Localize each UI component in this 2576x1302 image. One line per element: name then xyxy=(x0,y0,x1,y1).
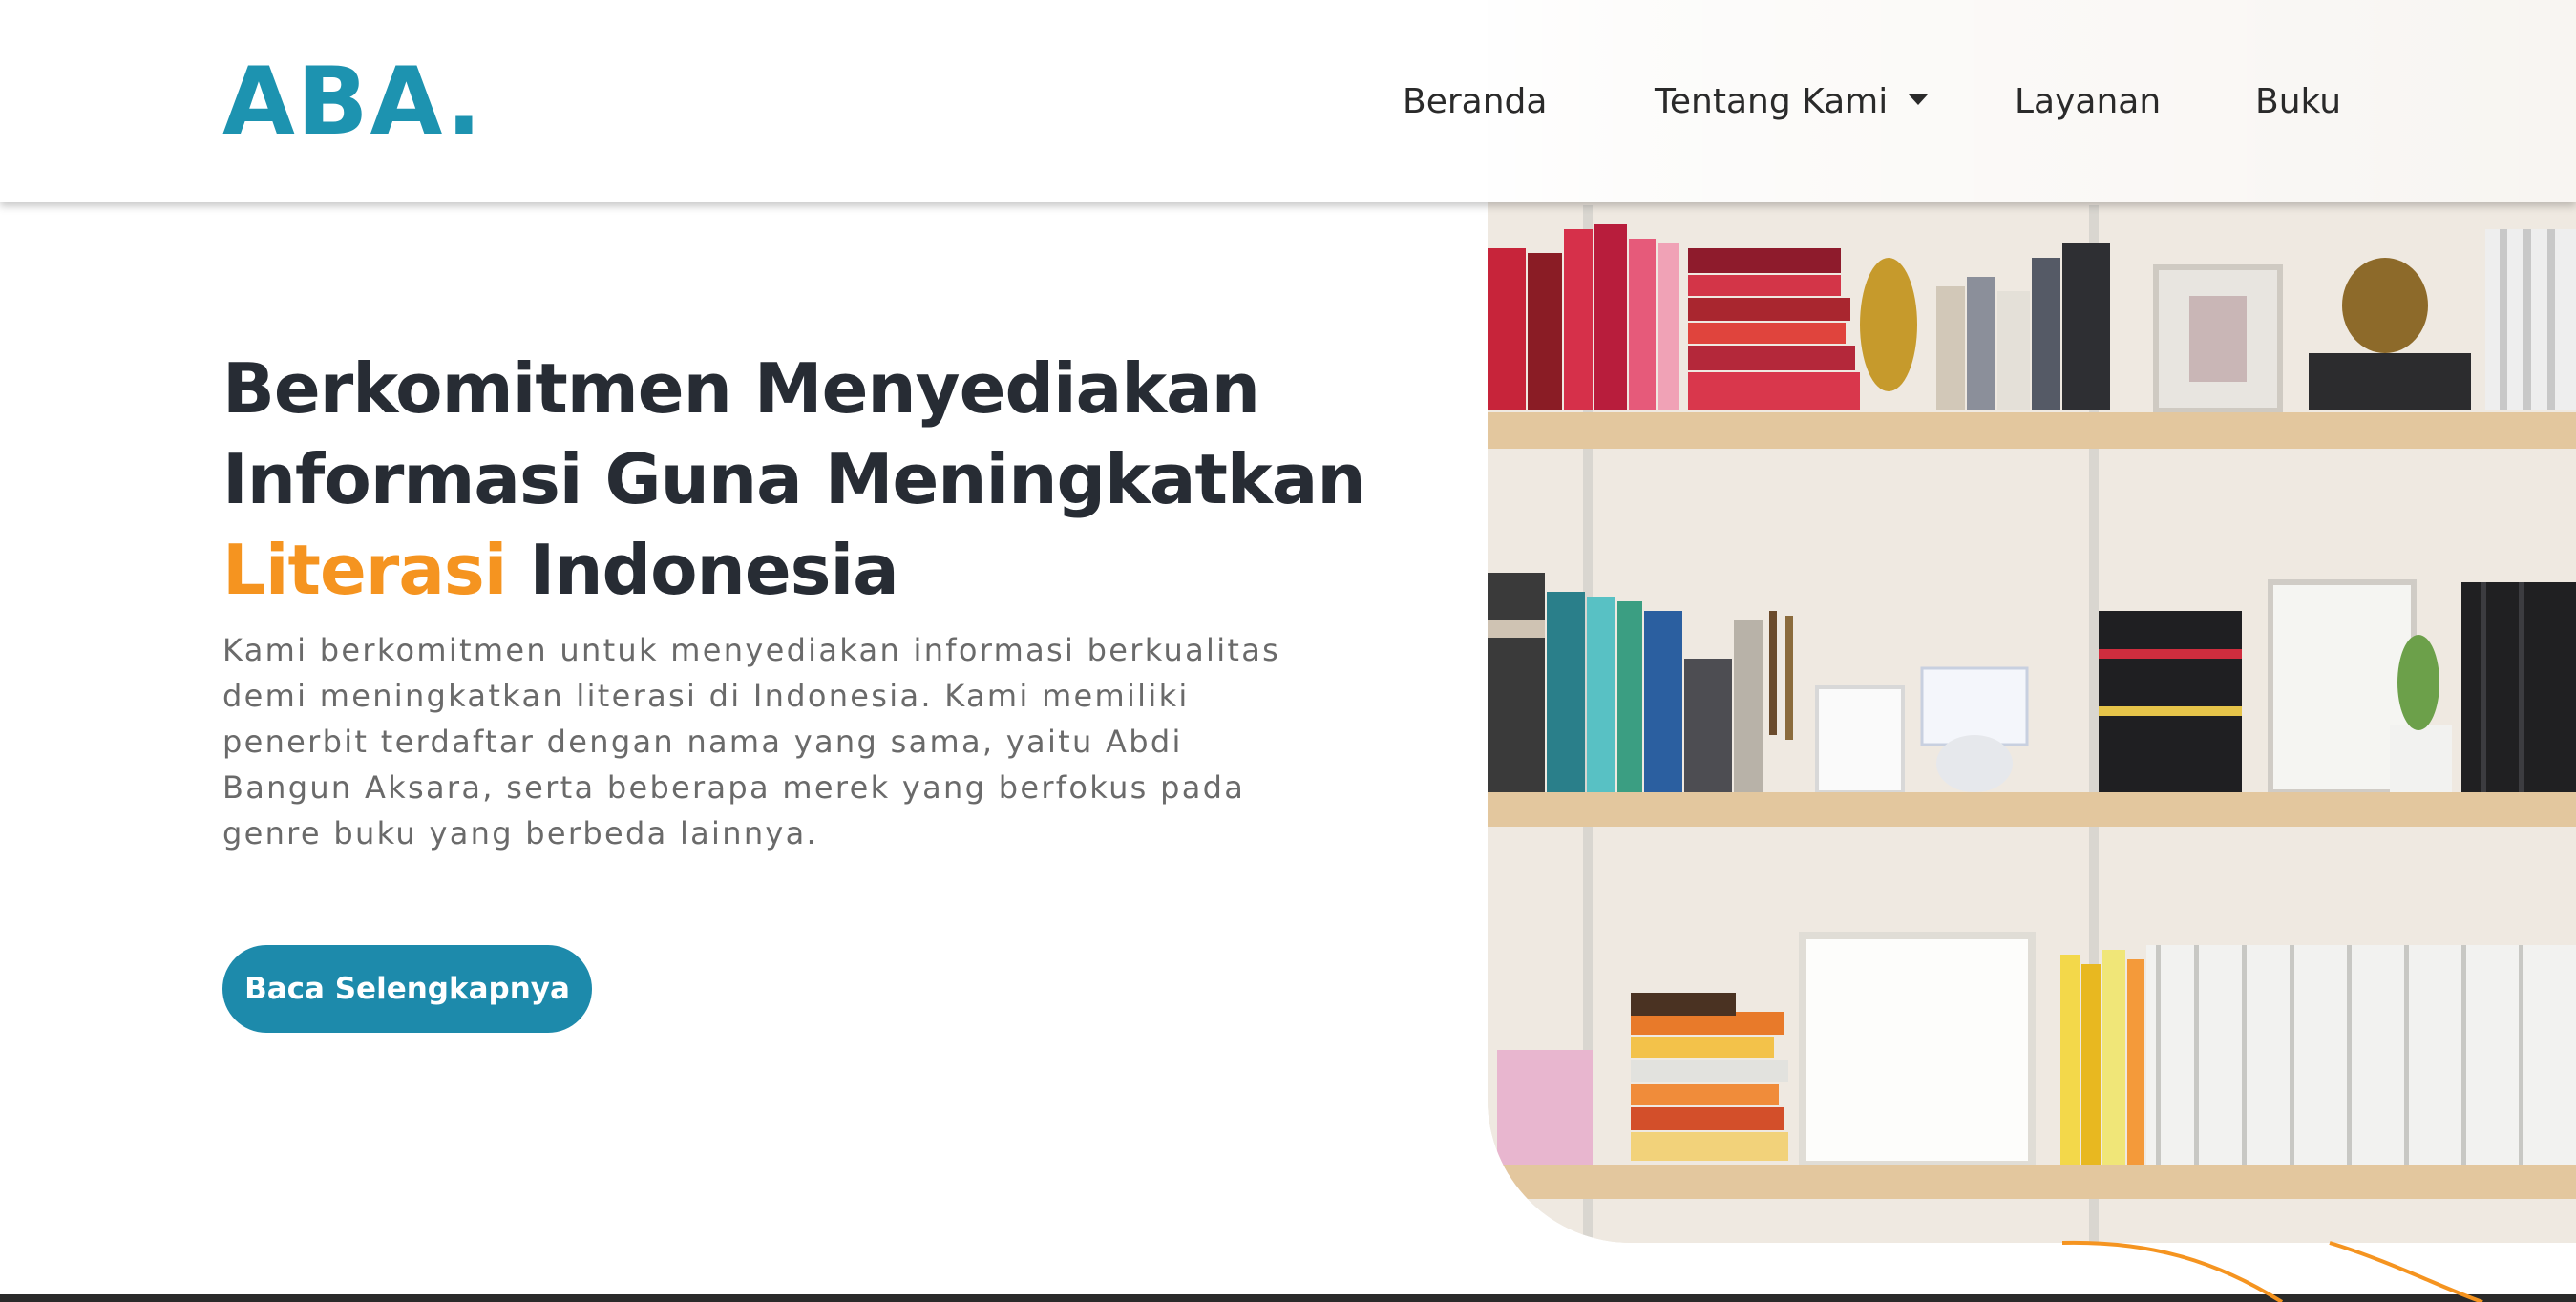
nav-item-layanan[interactable]: Layanan xyxy=(2015,78,2161,126)
hero-description: Kami berkomitmen untuk menyediakan infor… xyxy=(222,632,1281,851)
decorative-curves xyxy=(2062,1240,2483,1302)
nav-item-tentang-kami-label: Tentang Kami xyxy=(1655,82,1889,121)
hero-title: Berkomitmen Menyediakan Informasi Guna M… xyxy=(222,344,1368,616)
top-navbar: ABA. Beranda Tentang Kami Layanan Buku xyxy=(0,0,2576,202)
hero-title-end: Indonesia xyxy=(506,530,899,610)
nav-item-tentang-kami[interactable]: Tentang Kami xyxy=(1655,78,1929,126)
hero-title-line2: Informasi Guna Meningkatkan xyxy=(222,439,1366,519)
nav-item-beranda[interactable]: Beranda xyxy=(1403,78,1547,126)
brand-logo[interactable]: ABA. xyxy=(222,55,483,149)
hero-title-accent: Literasi xyxy=(222,530,507,610)
hero-title-line1: Berkomitmen Menyediakan xyxy=(222,348,1260,429)
read-more-button[interactable]: Baca Selengkapnya xyxy=(222,945,592,1033)
nav-item-buku[interactable]: Buku xyxy=(2255,78,2341,126)
caret-down-icon xyxy=(1909,94,1929,105)
